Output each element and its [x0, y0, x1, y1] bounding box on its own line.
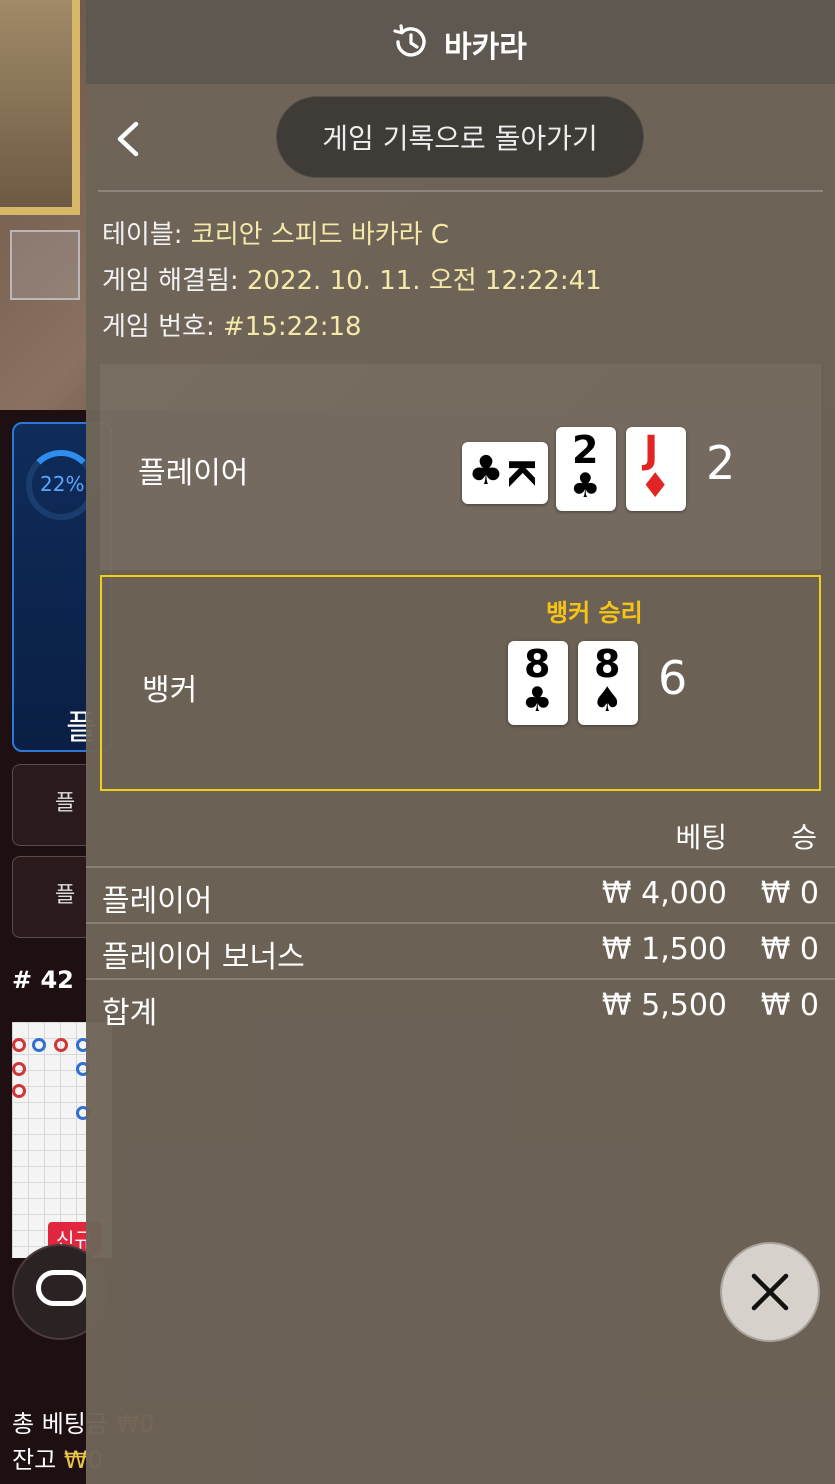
bet-name: 플레이어 보너스 [102, 940, 305, 975]
road-dot [54, 1038, 68, 1052]
bet-win: ₩ 0 [760, 876, 819, 911]
total-amount: ₩ 5,500 [601, 988, 727, 1023]
chip-icon [36, 1270, 88, 1306]
card-rank: J [644, 428, 659, 472]
side-bet-1-label: 플 [55, 791, 76, 816]
player-hand-row: 플레이어 ♣ K 2 ♣ J ♦ 2 [100, 364, 821, 570]
player-score: 2 [706, 436, 736, 490]
player-card-3: J ♦ [626, 427, 686, 511]
bet-row: 플레이어 보너스 ₩ 1,500 ₩ 0 [86, 924, 835, 978]
back-to-history-button[interactable]: 게임 기록으로 돌아가기 [276, 96, 644, 178]
card-suit: ♣ [468, 448, 504, 494]
chevron-left-icon[interactable] [112, 120, 146, 158]
banker-label: 뱅커 [142, 673, 198, 708]
game-history-panel: 바카라 게임 기록으로 돌아가기 테이블: 코리안 스피드 바카라 C 게임 해… [86, 0, 835, 1484]
table-value: 코리안 스피드 바카라 C [190, 220, 450, 250]
banker-hand-row: 뱅커 승리 뱅커 8 ♣ 8 ♠ 6 [100, 575, 821, 791]
balance-label: 잔고 [12, 1446, 57, 1474]
road-dot [12, 1038, 26, 1052]
banker-card-1: 8 ♣ [508, 641, 568, 725]
game-number-value: #15:22:18 [222, 312, 362, 342]
side-bet-2-label: 플 [55, 883, 76, 908]
card-rank: 8 [594, 642, 621, 686]
bet-column-header: 베팅 [675, 821, 727, 854]
bet-name: 플레이어 [102, 884, 213, 919]
table-label: 테이블: [102, 220, 183, 250]
round-number: # 42 [12, 966, 74, 994]
panel-title: 바카라 [444, 30, 527, 65]
player-card-1: ♣ K [462, 442, 548, 504]
banker-card-2: 8 ♠ [578, 641, 638, 725]
card-shoe [10, 230, 80, 300]
card-suit: ♣ [570, 466, 601, 506]
banker-win-label: 뱅커 승리 [546, 599, 643, 627]
player-label: 플레이어 [138, 456, 249, 491]
card-suit: ♦ [640, 466, 671, 506]
bet-amount: ₩ 1,500 [601, 932, 727, 967]
close-button[interactable] [720, 1242, 820, 1342]
divider [98, 190, 823, 192]
video-frame [0, 0, 80, 215]
road-dot [12, 1062, 26, 1076]
card-rank: K [499, 458, 541, 486]
card-suit: ♣ [522, 680, 553, 720]
panel-header: 바카라 [86, 0, 835, 84]
total-name: 합계 [102, 996, 158, 1031]
table-info: 테이블: 코리안 스피드 바카라 C [102, 214, 449, 251]
card-suit: ♠ [592, 680, 623, 720]
close-x-icon [751, 1273, 789, 1311]
total-row: 합계 ₩ 5,500 ₩ 0 [86, 980, 835, 1034]
game-number-info: 게임 번호: #15:22:18 [102, 306, 362, 343]
history-clock-icon [393, 24, 426, 57]
road-dot [32, 1038, 46, 1052]
bet-percent: 22% [40, 472, 85, 496]
total-win: ₩ 0 [760, 988, 819, 1023]
banker-score: 6 [658, 651, 688, 705]
win-column-header: 승 [791, 821, 817, 854]
player-card-2: 2 ♣ [556, 427, 616, 511]
road-dot [12, 1084, 26, 1098]
card-rank: 8 [524, 642, 551, 686]
bet-win: ₩ 0 [760, 932, 819, 967]
bet-row: 플레이어 ₩ 4,000 ₩ 0 [86, 868, 835, 922]
resolved-value: 2022. 10. 11. 오전 12:22:41 [246, 266, 602, 296]
game-number-label: 게임 번호: [102, 312, 215, 342]
resolved-info: 게임 해결됨: 2022. 10. 11. 오전 12:22:41 [102, 260, 602, 297]
card-rank: 2 [572, 428, 599, 472]
bet-amount: ₩ 4,000 [601, 876, 727, 911]
resolved-label: 게임 해결됨: [102, 266, 239, 296]
